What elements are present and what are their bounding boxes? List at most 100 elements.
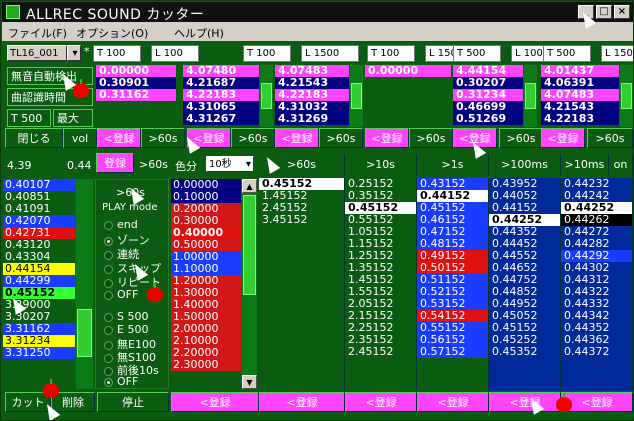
register-bottom-button[interactable]: <登録 bbox=[417, 392, 489, 412]
time-pane-row[interactable]: 0.00000 bbox=[365, 65, 451, 77]
radio-icon bbox=[104, 220, 113, 230]
time-column[interactable]: 0.25152 0.35152 0.45152 0.55152 1.05152 1.151… bbox=[345, 178, 417, 391]
offset-radio-label: OFF bbox=[117, 375, 139, 388]
column-header[interactable]: on bbox=[609, 154, 633, 176]
register-bottom-button[interactable]: <登録 bbox=[171, 392, 259, 412]
time-pane-row[interactable]: 0.31162 bbox=[96, 89, 176, 101]
gt60-label: >60s bbox=[139, 158, 168, 171]
close-button[interactable]: × bbox=[614, 5, 630, 19]
play-mode-radio-label: end bbox=[117, 218, 138, 231]
radio-icon bbox=[104, 264, 113, 274]
length-field[interactable]: L 1500 bbox=[601, 45, 633, 62]
radio-icon bbox=[104, 236, 113, 246]
length-field[interactable]: T 500 bbox=[543, 45, 591, 62]
register-bottom-button[interactable]: <登録 bbox=[259, 392, 345, 412]
play-mode-radio[interactable]: end bbox=[104, 218, 138, 231]
time-column-item[interactable]: 0.44372 bbox=[561, 346, 632, 358]
pane-scrollbar[interactable] bbox=[619, 65, 633, 127]
register-top-button[interactable]: 登録 bbox=[96, 153, 134, 173]
title-bar: ALLREC SOUND カッター _ □ × bbox=[2, 2, 633, 23]
pane-scroll-thumb[interactable] bbox=[261, 83, 272, 109]
zone-time-list[interactable]: 0.00000 0.10000 0.20000 0.30000 0.40000 0.500… bbox=[171, 179, 241, 389]
length-field[interactable]: L 100 bbox=[151, 45, 199, 62]
apple-icon bbox=[556, 393, 572, 412]
time-column-item[interactable]: 0.45352 bbox=[489, 346, 560, 358]
time-column-item[interactable]: 3.45152 bbox=[259, 214, 344, 226]
register-button[interactable]: <登録 bbox=[275, 128, 319, 148]
pane-scroll-thumb[interactable] bbox=[351, 83, 362, 109]
radio-icon bbox=[104, 325, 113, 335]
time-column[interactable]: 0.45152 1.45152 2.45152 3.45152 bbox=[259, 178, 345, 391]
time-pane[interactable]: 0.00000 bbox=[365, 65, 451, 127]
menu-bar: ファイル(F) オプション(O) ヘルプ(H) bbox=[2, 22, 633, 41]
seconds-select-value: 10秒 bbox=[209, 159, 232, 170]
register-button[interactable]: <登録 bbox=[97, 128, 141, 148]
zone-list-item[interactable]: 2.30000 bbox=[171, 359, 241, 371]
offset-radio[interactable]: S 500 bbox=[104, 310, 148, 323]
length-field[interactable]: T 100 bbox=[367, 45, 415, 62]
offset-radio-label: E 500 bbox=[117, 323, 149, 336]
left-time-list[interactable]: 0.40107 0.40851 0.41091 0.42070 0.42731 0.431… bbox=[3, 179, 75, 389]
offset-radio[interactable]: E 500 bbox=[104, 323, 148, 336]
maximize-button[interactable]: □ bbox=[596, 5, 612, 19]
column-header[interactable]: >10ms bbox=[561, 154, 609, 176]
gt60-button[interactable]: >60s bbox=[141, 128, 185, 148]
apple-icon bbox=[147, 283, 163, 302]
column-header[interactable]: >10s bbox=[345, 154, 417, 176]
window-title: ALLREC SOUND カッター bbox=[26, 7, 205, 23]
track-dropdown-arrow[interactable]: ▾ bbox=[67, 45, 81, 61]
zone-list-scrollbar[interactable]: ▲ ▼ bbox=[241, 179, 257, 389]
length-field[interactable]: T 100 bbox=[93, 45, 141, 62]
register-bottom-button[interactable]: <登録 bbox=[489, 392, 561, 412]
gt60-button[interactable]: >60s bbox=[319, 128, 363, 148]
max-button[interactable]: 最大 bbox=[53, 109, 93, 127]
gt60-button[interactable]: >60s bbox=[231, 128, 275, 148]
pane-scroll-thumb[interactable] bbox=[621, 83, 632, 109]
scroll-down-icon[interactable]: ▼ bbox=[242, 375, 257, 389]
left-list-item[interactable]: 3.31250 bbox=[3, 347, 75, 359]
gt60-button[interactable]: >60s bbox=[499, 128, 543, 148]
color-split-label[interactable]: 色分 bbox=[175, 158, 197, 174]
vol-button[interactable]: vol bbox=[63, 128, 97, 148]
t500-button[interactable]: T 500 bbox=[7, 109, 51, 127]
time-column-item[interactable]: 2.45152 bbox=[345, 346, 416, 358]
scroll-up-icon[interactable]: ▲ bbox=[242, 179, 257, 193]
length-field[interactable]: L 1500 bbox=[301, 45, 359, 62]
time-column[interactable]: 0.43952 0.44052 0.44152 0.44252 0.44352 0.444… bbox=[489, 178, 561, 391]
left-list-scrollbar[interactable] bbox=[75, 179, 93, 389]
column-header[interactable]: >100ms bbox=[489, 154, 561, 176]
length-field[interactable]: T 100 bbox=[243, 45, 291, 62]
pane-scroll-thumb[interactable] bbox=[525, 83, 536, 109]
stop-button[interactable]: 停止 bbox=[97, 392, 169, 412]
chevron-down-icon: ▾ bbox=[245, 159, 251, 170]
time-column-item[interactable]: 0.57152 bbox=[417, 346, 488, 358]
pane-scrollbar[interactable] bbox=[349, 65, 363, 127]
zone-list-scroll-thumb[interactable] bbox=[243, 195, 256, 295]
register-bottom-button[interactable]: <登録 bbox=[345, 392, 417, 412]
track-select[interactable]: TL16_001 bbox=[7, 45, 67, 61]
left-list-scroll-thumb[interactable] bbox=[77, 309, 92, 357]
time-pane[interactable]: 0.00000 0.30901 0.31162 bbox=[96, 65, 176, 127]
left-time: 4.39 bbox=[7, 159, 32, 172]
menu-file[interactable]: ファイル(F) bbox=[8, 25, 67, 41]
length-field[interactable]: T 500 bbox=[453, 45, 501, 62]
close-panel-button[interactable]: 閉じる bbox=[5, 128, 63, 148]
app-window: ALLREC SOUND カッター _ □ × ファイル(F) オプション(O)… bbox=[0, 0, 634, 421]
radio-icon bbox=[104, 290, 113, 300]
register-button[interactable]: <登録 bbox=[365, 128, 409, 148]
gt60-button[interactable]: >60s bbox=[409, 128, 453, 148]
pane-scrollbar[interactable] bbox=[523, 65, 537, 127]
menu-help[interactable]: ヘルプ(H) bbox=[174, 25, 224, 41]
play-mode-radio-label: OFF bbox=[117, 288, 139, 301]
radio-icon bbox=[104, 377, 113, 387]
gt60-button[interactable]: >60s bbox=[587, 128, 633, 148]
pane-scrollbar[interactable] bbox=[259, 65, 273, 127]
time-column[interactable]: 0.43152 0.44152 0.45152 0.46152 0.47152 0.481… bbox=[417, 178, 489, 391]
menu-options[interactable]: オプション(O) bbox=[76, 25, 148, 41]
time-column[interactable]: 0.44232 0.44242 0.44252 0.44262 0.44272 0.442… bbox=[561, 178, 633, 391]
play-mode-panel: >60s PLAY mode end ゾーン 連続 スキップ リピート OFF S 500… bbox=[95, 179, 169, 389]
play-mode-radio[interactable]: OFF bbox=[104, 288, 138, 301]
register-button[interactable]: <登録 bbox=[541, 128, 585, 148]
offset-radio[interactable]: OFF bbox=[104, 375, 138, 388]
seconds-select[interactable]: 10秒 ▾ bbox=[206, 156, 254, 172]
